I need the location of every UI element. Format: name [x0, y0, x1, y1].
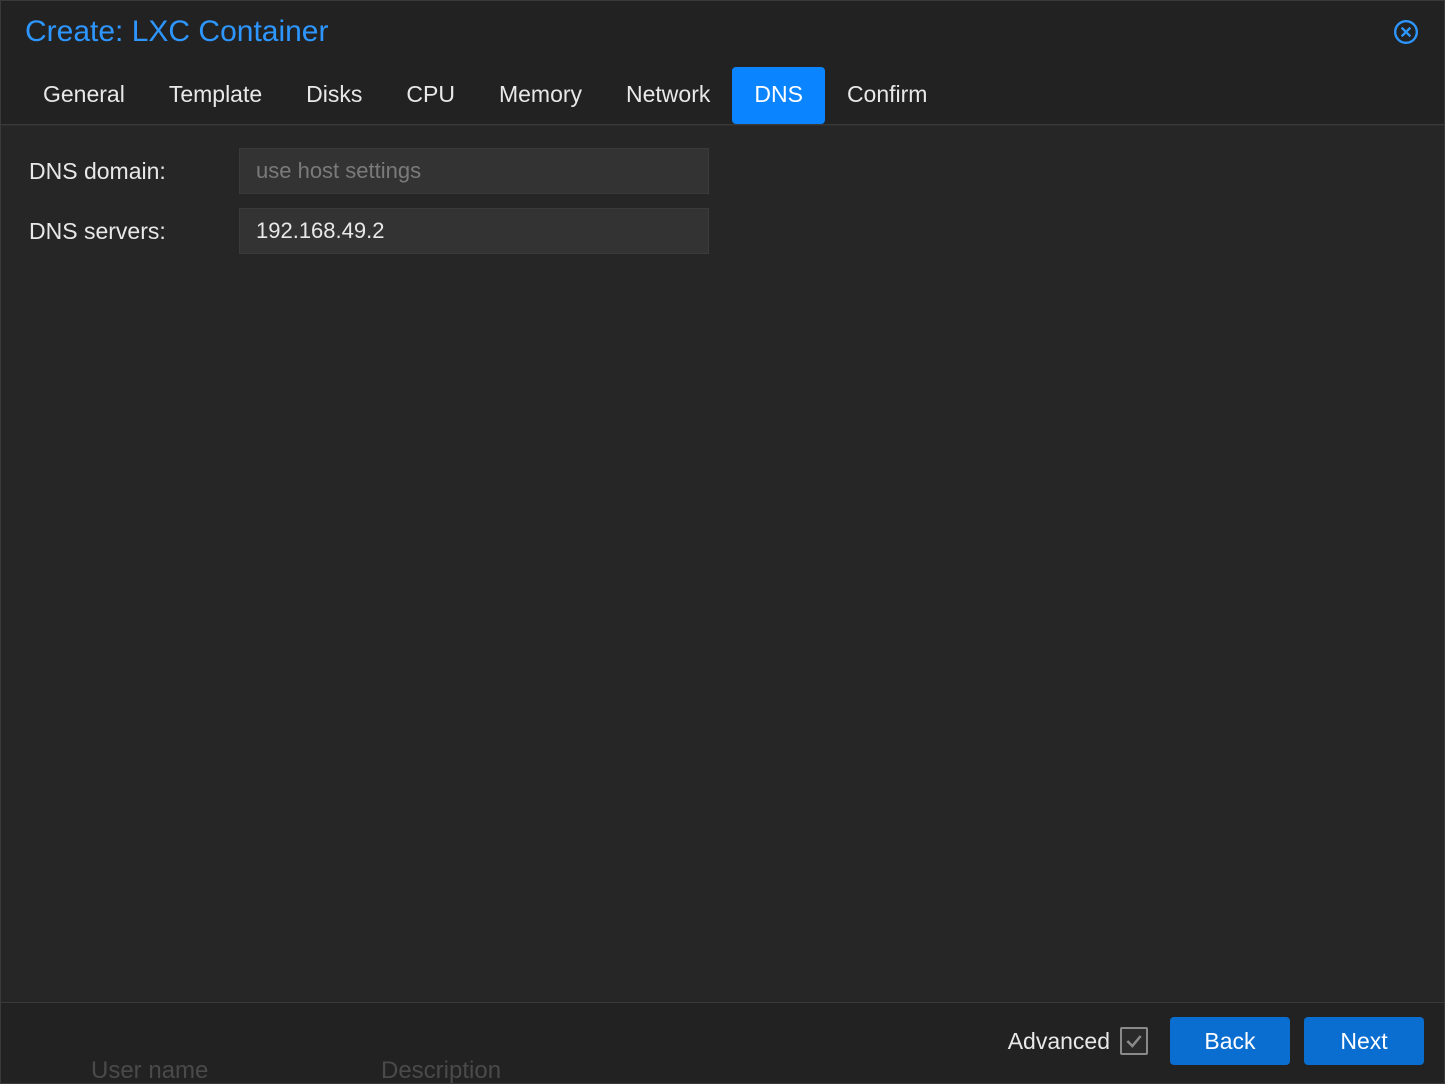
dialog-titlebar: Create: LXC Container: [1, 1, 1444, 67]
tab-general[interactable]: General: [21, 67, 147, 124]
advanced-checkbox[interactable]: [1120, 1027, 1148, 1055]
dns-domain-input[interactable]: [239, 148, 709, 194]
tab-dns[interactable]: DNS: [732, 67, 825, 124]
check-icon: [1124, 1031, 1144, 1051]
wizard-tabs: General Template Disks CPU Memory Networ…: [1, 67, 1444, 125]
dns-servers-label: DNS servers:: [29, 218, 239, 245]
create-lxc-dialog: Create: LXC Container General Template D…: [0, 0, 1445, 1084]
tab-memory[interactable]: Memory: [477, 67, 604, 124]
advanced-label: Advanced: [1008, 1028, 1110, 1055]
tab-network[interactable]: Network: [604, 67, 732, 124]
dns-servers-row: DNS servers:: [29, 208, 1416, 254]
dialog-title: Create: LXC Container: [25, 15, 329, 49]
close-button[interactable]: [1392, 18, 1420, 46]
back-button[interactable]: Back: [1170, 1017, 1290, 1065]
next-button[interactable]: Next: [1304, 1017, 1424, 1065]
dns-panel: DNS domain: DNS servers:: [1, 125, 1444, 1002]
close-icon: [1393, 19, 1419, 45]
dialog-footer: Advanced Back Next: [1, 1002, 1444, 1083]
dns-domain-row: DNS domain:: [29, 148, 1416, 194]
advanced-toggle-wrap: Advanced: [1008, 1027, 1148, 1055]
tab-cpu[interactable]: CPU: [384, 67, 477, 124]
tab-template[interactable]: Template: [147, 67, 284, 124]
tab-confirm[interactable]: Confirm: [825, 67, 950, 124]
dns-domain-label: DNS domain:: [29, 158, 239, 185]
tab-disks[interactable]: Disks: [284, 67, 384, 124]
dns-servers-input[interactable]: [239, 208, 709, 254]
